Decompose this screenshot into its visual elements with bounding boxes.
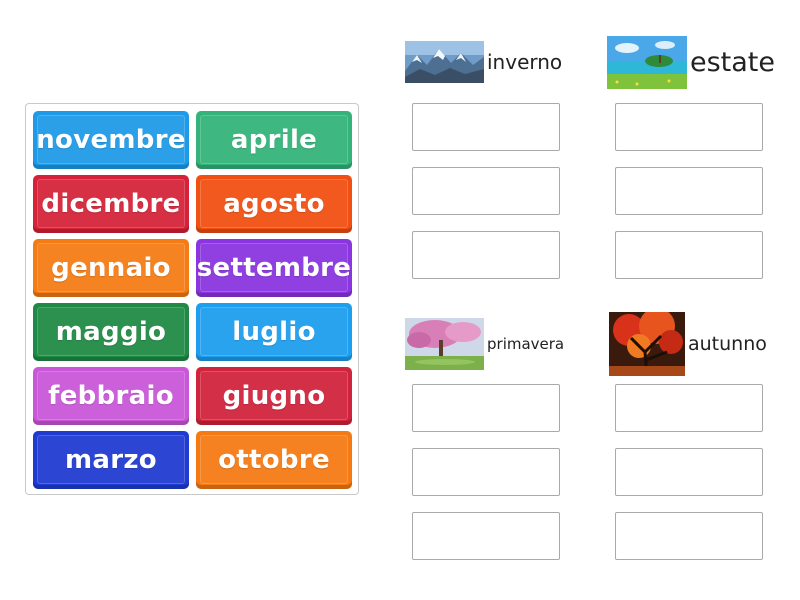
tile-ottobre[interactable]: ottobre xyxy=(196,431,352,489)
drop-slot[interactable] xyxy=(615,448,763,496)
drop-slot[interactable] xyxy=(615,103,763,151)
tile-aprile[interactable]: aprile xyxy=(196,111,352,169)
winter-mountains-image xyxy=(405,41,484,83)
group-label: estate xyxy=(690,47,776,78)
tile-label: gennaio xyxy=(51,253,171,283)
group-header-inverno: inverno xyxy=(405,41,562,83)
tile-label: ottobre xyxy=(218,445,330,475)
drop-slot[interactable] xyxy=(412,103,560,151)
drop-slot[interactable] xyxy=(615,384,763,432)
drop-slot[interactable] xyxy=(412,167,560,215)
tile-gennaio[interactable]: gennaio xyxy=(33,239,189,297)
drop-slot[interactable] xyxy=(412,448,560,496)
tile-febbraio[interactable]: febbraio xyxy=(33,367,189,425)
spring-blossom-tree-image xyxy=(405,318,484,370)
tile-novembre[interactable]: novembre xyxy=(33,111,189,169)
drop-slot[interactable] xyxy=(615,167,763,215)
tile-maggio[interactable]: maggio xyxy=(33,303,189,361)
tile-giugno[interactable]: giugno xyxy=(196,367,352,425)
group-header-autunno: autunno xyxy=(609,312,767,376)
tile-label: dicembre xyxy=(41,189,181,219)
group-label: inverno xyxy=(487,50,563,74)
tile-label: febbraio xyxy=(48,381,174,411)
summer-lake-image xyxy=(607,36,687,89)
drop-slot[interactable] xyxy=(412,384,560,432)
tile-agosto[interactable]: agosto xyxy=(196,175,352,233)
drop-slot[interactable] xyxy=(615,231,763,279)
tile-label: maggio xyxy=(55,317,167,347)
tile-settembre[interactable]: settembre xyxy=(196,239,352,297)
autumn-red-tree-image xyxy=(609,312,685,376)
group-header-primavera: primavera xyxy=(405,318,564,370)
tile-dicembre[interactable]: dicembre xyxy=(33,175,189,233)
tile-label: agosto xyxy=(223,189,325,219)
tile-luglio[interactable]: luglio xyxy=(196,303,352,361)
tile-label: giugno xyxy=(222,381,326,411)
drop-slot[interactable] xyxy=(615,512,763,560)
tile-label: luglio xyxy=(232,317,316,347)
group-header-estate: estate xyxy=(607,36,775,89)
tile-label: novembre xyxy=(36,125,186,155)
tile-label: aprile xyxy=(230,125,318,155)
group-label: autunno xyxy=(688,333,767,355)
tile-label: marzo xyxy=(65,445,157,475)
tile-label: settembre xyxy=(196,253,352,283)
tile-marzo[interactable]: marzo xyxy=(33,431,189,489)
word-bank: novembre aprile dicembre agosto gennaio … xyxy=(25,103,359,495)
drop-slot[interactable] xyxy=(412,231,560,279)
group-label: primavera xyxy=(487,335,565,353)
drop-slot[interactable] xyxy=(412,512,560,560)
